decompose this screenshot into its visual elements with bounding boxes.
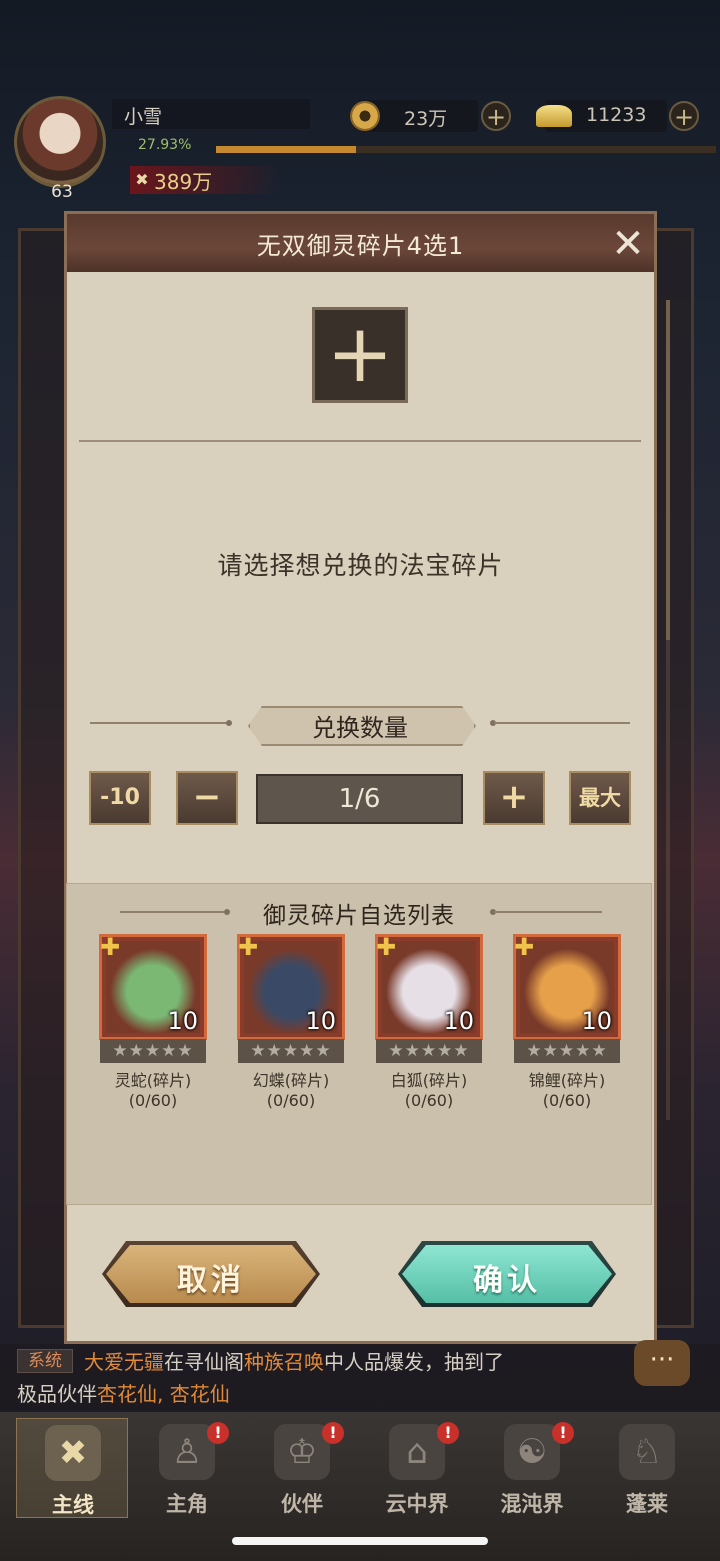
fragment-name: 幻蝶(碎片) <box>252 1071 330 1090</box>
star-rating: ★★★★★ <box>514 1039 620 1063</box>
sage-icon: ♘ <box>619 1424 675 1480</box>
coin-icon <box>350 101 380 131</box>
divider-left <box>90 722 230 724</box>
puzzle-piece-icon: ✚ <box>100 933 121 961</box>
crossed-swords-icon: ✖ <box>135 170 149 189</box>
fragment-count: 10 <box>167 1007 198 1035</box>
nav-item[interactable]: ⌂ 云中界! <box>361 1418 473 1518</box>
notification-badge: ! <box>437 1422 459 1444</box>
combat-power: 389万 <box>154 170 213 194</box>
nav-label: 主线 <box>52 1493 94 1517</box>
notification-badge: ! <box>552 1422 574 1444</box>
fragment-progress: (0/60) <box>266 1091 316 1110</box>
fragment-count: 10 <box>305 1007 336 1035</box>
star-rating: ★★★★★ <box>376 1039 482 1063</box>
chat-player[interactable]: 大爱无疆 <box>84 1350 164 1374</box>
notification-badge: ! <box>207 1422 229 1444</box>
chat-text: 中人品爆发，抽到了 <box>324 1350 504 1374</box>
divider <box>79 440 641 442</box>
max-button[interactable]: 最大 <box>569 771 631 825</box>
fragment-card[interactable]: ✚ 10 <box>513 934 621 1040</box>
nav-label: 蓬莱 <box>626 1492 668 1516</box>
fragment-progress: (0/60) <box>404 1091 454 1110</box>
fragment-count: 10 <box>581 1007 612 1035</box>
nav-label: 混沌界 <box>500 1492 564 1516</box>
home-indicator[interactable] <box>232 1537 488 1545</box>
minus-button[interactable]: − <box>176 771 238 825</box>
puzzle-piece-icon: ✚ <box>238 933 259 961</box>
plus-button[interactable]: + <box>483 771 545 825</box>
coin-amount: 23万 <box>404 108 448 130</box>
star-rating: ★★★★★ <box>238 1039 344 1063</box>
nav-item[interactable]: ☯ 混沌界! <box>476 1418 588 1518</box>
fragment-progress: (0/60) <box>128 1091 178 1110</box>
nav-item[interactable]: ♘ 蓬莱 <box>591 1418 703 1518</box>
selection-prompt: 请选择想兑换的法宝碎片 <box>217 551 504 580</box>
fragment-card[interactable]: ✚ 10 <box>237 934 345 1040</box>
fragment-list-title: 御灵碎片自选列表 <box>263 903 455 929</box>
chat-text: 极品伙伴 <box>17 1382 97 1406</box>
exp-percent: 27.93% <box>138 137 192 153</box>
nav-item[interactable]: ♔ 伙伴! <box>246 1418 358 1518</box>
player-name: 小雪 <box>124 106 163 128</box>
chat-line-2: 极品伙伴杏花仙, 杏花仙 <box>17 1378 230 1407</box>
divider-right <box>494 722 630 724</box>
exp-bar-fill <box>216 146 356 153</box>
selected-fragment-slot[interactable]: + <box>312 307 408 403</box>
quantity-label: 兑换数量 <box>312 714 408 742</box>
player-avatar[interactable] <box>14 96 106 188</box>
add-coins-button[interactable]: + <box>481 101 511 131</box>
scrollbar-thumb[interactable] <box>666 300 670 640</box>
ingot-amount: 11233 <box>586 104 647 126</box>
chat-line-1: 大爱无疆在寻仙阁种族召唤中人品爆发，抽到了 <box>84 1346 504 1375</box>
fragment-name: 锦鲤(碎片) <box>528 1071 606 1090</box>
close-icon[interactable]: ✕ <box>610 224 646 264</box>
add-ingots-button[interactable]: + <box>669 101 699 131</box>
cancel-button-label[interactable]: 取消 <box>102 1255 320 1299</box>
nav-label: 主角 <box>166 1492 208 1516</box>
nav-item[interactable]: ✖ 主线 <box>16 1418 128 1518</box>
confirm-button-label[interactable]: 确认 <box>398 1255 616 1299</box>
gold-ingot-icon <box>536 105 572 127</box>
puzzle-piece-icon: ✚ <box>376 933 397 961</box>
dialog-title: 无双御灵碎片4选1 <box>256 232 465 260</box>
fragment-card[interactable]: ✚ 10 <box>375 934 483 1040</box>
fragment-progress: (0/60) <box>542 1091 592 1110</box>
minus-ten-button[interactable]: -10 <box>89 771 151 825</box>
nav-label: 云中界 <box>385 1492 449 1516</box>
chat-reward: 杏花仙, 杏花仙 <box>97 1382 230 1406</box>
chat-system-tag: 系统 <box>17 1349 73 1373</box>
divider-dot <box>226 720 232 726</box>
player-level: 63 <box>51 182 73 202</box>
fragment-name: 灵蛇(碎片) <box>114 1071 192 1090</box>
nav-label: 伙伴 <box>281 1492 323 1516</box>
fragment-count: 10 <box>443 1007 474 1035</box>
fragment-card[interactable]: ✚ 10 <box>99 934 207 1040</box>
chat-text: 在寻仙阁 <box>164 1350 244 1374</box>
notification-badge: ! <box>322 1422 344 1444</box>
nav-item[interactable]: ♙ 主角! <box>131 1418 243 1518</box>
fragment-name: 白狐(碎片) <box>390 1071 468 1090</box>
quantity-field[interactable]: 1/6 <box>256 774 463 824</box>
chat-event: 种族召唤 <box>244 1350 324 1374</box>
swords-icon: ✖ <box>45 1425 101 1481</box>
divider-right <box>494 911 602 913</box>
star-rating: ★★★★★ <box>100 1039 206 1063</box>
puzzle-piece-icon: ✚ <box>514 933 535 961</box>
chat-bubble-icon[interactable]: ··· <box>634 1340 690 1386</box>
